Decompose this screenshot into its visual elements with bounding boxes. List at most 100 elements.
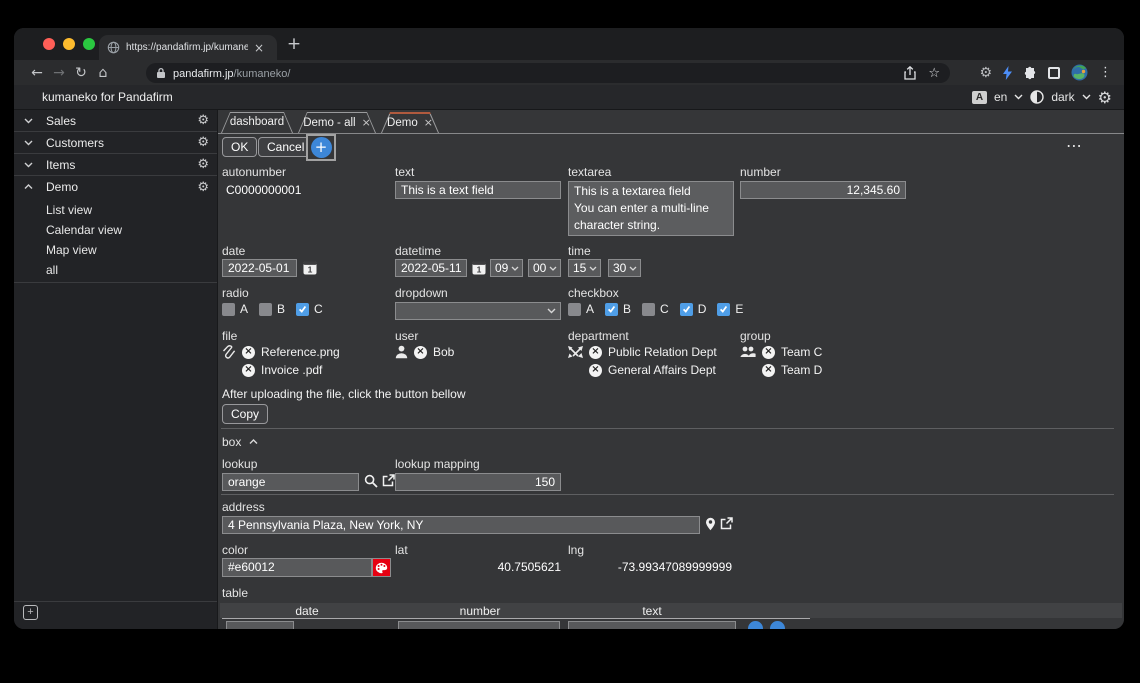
date-input[interactable]: 2022-05-01 xyxy=(222,259,297,277)
copy-button[interactable]: Copy xyxy=(222,404,268,424)
lightning-extension-icon[interactable] xyxy=(1003,66,1012,80)
address-bar[interactable]: pandafirm.jp/kumaneko/ ☆ xyxy=(146,63,950,83)
remove-icon[interactable]: × xyxy=(589,364,602,377)
chevron-down-icon[interactable] xyxy=(24,140,33,146)
profile-avatar[interactable] xyxy=(1071,64,1088,81)
sidebar-item-list-view[interactable]: List view xyxy=(46,203,92,217)
checkbox-option-c[interactable] xyxy=(642,303,655,316)
text-label: text xyxy=(395,165,414,179)
text-input[interactable]: This is a text field xyxy=(395,181,561,199)
sidebar-item-demo[interactable]: Demo ⚙ xyxy=(14,176,217,198)
home-icon[interactable]: ⌂ xyxy=(92,65,114,81)
tab-close-icon[interactable]: × xyxy=(424,116,433,129)
remove-icon[interactable]: × xyxy=(414,346,427,359)
remove-icon[interactable]: × xyxy=(589,346,602,359)
time-hour-select[interactable]: 15 xyxy=(568,259,601,277)
gear-icon[interactable]: ⚙ xyxy=(197,180,209,195)
datetime-date-input[interactable]: 2022-05-11 xyxy=(395,259,467,277)
collapse-chevron-up-icon[interactable] xyxy=(249,439,258,445)
external-link-icon[interactable] xyxy=(382,474,395,487)
number-input[interactable]: 12,345.60 xyxy=(740,181,906,199)
sidebar-item-map-view[interactable]: Map view xyxy=(46,243,97,257)
checkbox-option-e[interactable] xyxy=(717,303,730,316)
sidebar-item-sales[interactable]: Sales ⚙ xyxy=(14,110,217,132)
checkbox-option-a[interactable] xyxy=(568,303,581,316)
tab-close-icon[interactable]: × xyxy=(362,116,371,129)
remove-icon[interactable]: × xyxy=(762,346,775,359)
sidebar-item-all[interactable]: all xyxy=(46,263,58,277)
ok-button[interactable]: OK xyxy=(222,137,257,157)
settings-gear-icon[interactable]: ⚙ xyxy=(1098,88,1112,107)
map-pin-icon[interactable] xyxy=(705,517,716,531)
calendar-icon[interactable]: 1 xyxy=(303,260,317,275)
chevron-down-icon[interactable] xyxy=(24,162,33,168)
add-record-button[interactable]: + xyxy=(311,137,332,158)
mac-zoom-button[interactable] xyxy=(83,38,95,50)
color-picker-button[interactable] xyxy=(372,558,391,577)
chevron-down-icon[interactable] xyxy=(24,118,33,124)
box-section-header[interactable]: box xyxy=(222,435,258,449)
table-row-date-input[interactable] xyxy=(226,621,294,629)
add-record-focus-ring: + xyxy=(306,134,336,161)
tab-close-icon[interactable]: × xyxy=(254,42,264,54)
new-tab-button[interactable]: + xyxy=(282,32,306,56)
remove-icon[interactable]: × xyxy=(762,364,775,377)
remove-icon[interactable]: × xyxy=(242,346,255,359)
remove-row-button[interactable] xyxy=(770,621,785,629)
add-row-button[interactable] xyxy=(748,621,763,629)
browser-menu-icon[interactable]: ⋮ xyxy=(1099,65,1112,80)
lookup-input[interactable]: orange xyxy=(222,473,359,491)
bookmark-star-icon[interactable]: ☆ xyxy=(928,66,940,81)
gear-icon[interactable]: ⚙ xyxy=(197,113,209,128)
theme-selector[interactable]: dark xyxy=(1051,90,1074,104)
external-link-icon[interactable] xyxy=(720,517,733,530)
chevron-down-icon[interactable] xyxy=(1014,94,1023,100)
radio-option-b[interactable] xyxy=(259,303,272,316)
time-minute-select[interactable]: 30 xyxy=(608,259,641,277)
svg-text:1: 1 xyxy=(308,264,313,274)
more-options-button[interactable]: ⋯ xyxy=(1066,136,1083,155)
gear-icon[interactable]: ⚙ xyxy=(197,135,209,150)
forward-icon[interactable]: → xyxy=(48,65,70,81)
reload-icon[interactable]: ↻ xyxy=(70,65,92,81)
tab-dashboard[interactable]: dashboard xyxy=(221,112,293,133)
dropdown-select[interactable] xyxy=(395,302,561,320)
address-input[interactable]: 4 Pennsylvania Plaza, New York, NY xyxy=(222,516,700,534)
datetime-minute-select[interactable]: 00 xyxy=(528,259,561,277)
lookup-search-icon[interactable] xyxy=(364,474,378,488)
lookup-mapping-input[interactable]: 150 xyxy=(395,473,561,491)
tab-demo-all[interactable]: Demo - all× xyxy=(298,112,376,133)
color-input[interactable]: #e60012 xyxy=(222,558,372,577)
tab-demo[interactable]: Demo× xyxy=(381,112,439,133)
table-row-number-input[interactable] xyxy=(398,621,560,629)
lng-value: -73.99347089999999 xyxy=(568,560,732,574)
sidebar-item-calendar-view[interactable]: Calendar view xyxy=(46,223,122,237)
back-icon[interactable]: ← xyxy=(26,65,48,81)
mac-close-button[interactable] xyxy=(43,38,55,50)
chevron-up-icon[interactable] xyxy=(24,184,33,190)
browser-window: https://pandafirm.jp/kumaneko × + ← → ↻ … xyxy=(14,28,1124,629)
lat-label: lat xyxy=(395,543,408,557)
sidebar-item-items[interactable]: Items ⚙ xyxy=(14,154,217,176)
add-app-icon[interactable]: + xyxy=(23,605,38,620)
gear-icon[interactable]: ⚙ xyxy=(197,157,209,172)
palette-icon xyxy=(375,562,388,574)
datetime-hour-select[interactable]: 09 xyxy=(490,259,523,277)
radio-option-c[interactable] xyxy=(296,303,309,316)
chevron-down-icon[interactable] xyxy=(1082,94,1091,100)
share-icon[interactable] xyxy=(904,66,916,80)
extension-gear-icon[interactable]: ⚙ xyxy=(979,65,992,81)
remove-icon[interactable]: × xyxy=(242,364,255,377)
textarea-input[interactable]: This is a textarea field You can enter a… xyxy=(568,181,734,236)
calendar-icon[interactable]: 1 xyxy=(472,260,486,275)
checkbox-option-b[interactable] xyxy=(605,303,618,316)
radio-option-a[interactable] xyxy=(222,303,235,316)
side-panel-icon[interactable] xyxy=(1048,67,1060,79)
browser-tab[interactable]: https://pandafirm.jp/kumaneko × xyxy=(99,35,277,60)
extensions-puzzle-icon[interactable] xyxy=(1023,66,1037,80)
sidebar-item-customers[interactable]: Customers ⚙ xyxy=(14,132,217,154)
table-row-text-input[interactable] xyxy=(568,621,736,629)
mac-minimize-button[interactable] xyxy=(63,38,75,50)
language-selector[interactable]: en xyxy=(994,90,1007,104)
checkbox-option-d[interactable] xyxy=(680,303,693,316)
